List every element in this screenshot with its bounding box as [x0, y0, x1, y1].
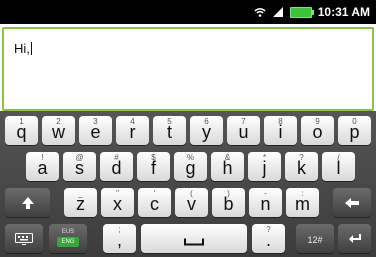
key-i[interactable]: 8i — [264, 116, 297, 145]
key-h-label: h — [222, 158, 233, 178]
key-z[interactable]: _ z — [64, 188, 97, 217]
signal-icon — [272, 7, 283, 17]
language-toggle-key[interactable]: EUS ENG — [49, 224, 87, 253]
space-icon — [184, 238, 204, 246]
language-secondary-label: EUS — [61, 228, 75, 235]
key-r-label: r — [129, 122, 136, 142]
key-j-label: j — [262, 158, 267, 178]
key-t-label: t — [166, 122, 172, 142]
key-m-label: m — [295, 194, 310, 214]
key-w-label: w — [52, 122, 65, 142]
enter-key[interactable] — [338, 224, 371, 253]
key-l-label: l — [336, 158, 341, 178]
comma-key-label: , — [116, 230, 122, 250]
key-s[interactable]: @ s — [63, 152, 96, 181]
keyboard-icon — [15, 232, 33, 245]
key-x-label: x — [113, 194, 122, 214]
shift-key[interactable] — [5, 188, 50, 217]
key-a-label: a — [37, 158, 48, 178]
message-text-field[interactable]: Hi, — [2, 27, 374, 111]
key-n[interactable]: -n — [249, 188, 282, 217]
key-s-label: s — [75, 158, 84, 178]
key-p[interactable]: 0p — [338, 116, 371, 145]
key-b[interactable]: ) b — [212, 188, 245, 217]
language-toggle: EUS ENG — [57, 228, 79, 250]
key-o[interactable]: 9o — [301, 116, 334, 145]
key-k-label: k — [297, 158, 306, 178]
key-q-label: q — [16, 122, 27, 142]
period-key-label: . — [265, 230, 271, 250]
key-d-label: d — [111, 158, 122, 178]
key-f[interactable]: $ f — [137, 152, 170, 181]
symbols-key-label: 12# — [307, 235, 323, 245]
backspace-key[interactable] — [333, 188, 371, 217]
key-y[interactable]: 6y — [190, 116, 223, 145]
key-q[interactable]: 1q — [5, 116, 38, 145]
text-cursor — [30, 42, 32, 55]
key-z-label: z — [76, 194, 85, 214]
key-e[interactable]: 3e — [79, 116, 112, 145]
language-active-label: ENG — [57, 236, 79, 247]
key-h[interactable]: & h — [211, 152, 244, 181]
key-v-label: v — [187, 194, 196, 214]
key-g[interactable]: % g — [174, 152, 207, 181]
key-t[interactable]: 5t — [153, 116, 186, 145]
symbols-key[interactable]: 12# — [296, 224, 334, 253]
key-n-label: n — [260, 194, 271, 214]
enter-arrow-icon — [348, 233, 361, 243]
key-v[interactable]: (v — [175, 188, 208, 217]
shift-arrow-icon — [21, 196, 34, 209]
key-y-label: y — [202, 122, 211, 142]
key-r[interactable]: 4r — [116, 116, 149, 145]
text-field-value: Hi, — [14, 41, 32, 56]
key-l[interactable]: / l — [322, 152, 355, 181]
key-u-label: u — [238, 122, 249, 142]
onscreen-keyboard: 1q 2w 3e 4r 5t 6y 7u 8i 9o 0p ! a @ s # d $… — [0, 111, 376, 257]
status-time: 10:31 AM — [317, 5, 370, 19]
status-bar: 10:31 AM — [0, 0, 376, 24]
spacebar[interactable] — [141, 224, 247, 253]
key-d[interactable]: # d — [100, 152, 133, 181]
key-p-label: p — [349, 122, 360, 142]
keyboard-settings-key[interactable] — [5, 224, 43, 253]
key-b-label: b — [223, 194, 234, 214]
period-key[interactable]: ?. — [252, 224, 285, 253]
key-w[interactable]: 2w — [42, 116, 75, 145]
key-k[interactable]: ? k — [285, 152, 318, 181]
key-a[interactable]: ! a — [26, 152, 59, 181]
text-field-content: Hi, — [14, 41, 30, 56]
key-o-label: o — [312, 122, 323, 142]
wifi-icon — [254, 8, 266, 17]
battery-icon — [289, 6, 314, 18]
backspace-arrow-icon — [345, 197, 359, 208]
status-icons: 10:31 AM — [254, 0, 370, 24]
key-g-label: g — [185, 158, 196, 178]
key-m[interactable]: :m — [286, 188, 319, 217]
key-j[interactable]: * j — [248, 152, 281, 181]
key-e-label: e — [90, 122, 101, 142]
key-c[interactable]: ' c — [138, 188, 171, 217]
key-c-label: c — [150, 194, 159, 214]
key-x[interactable]: " x — [101, 188, 134, 217]
key-u[interactable]: 7u — [227, 116, 260, 145]
key-f-label: f — [150, 158, 156, 178]
comma-key[interactable]: ;, — [103, 224, 136, 253]
key-i-label: i — [278, 122, 283, 142]
